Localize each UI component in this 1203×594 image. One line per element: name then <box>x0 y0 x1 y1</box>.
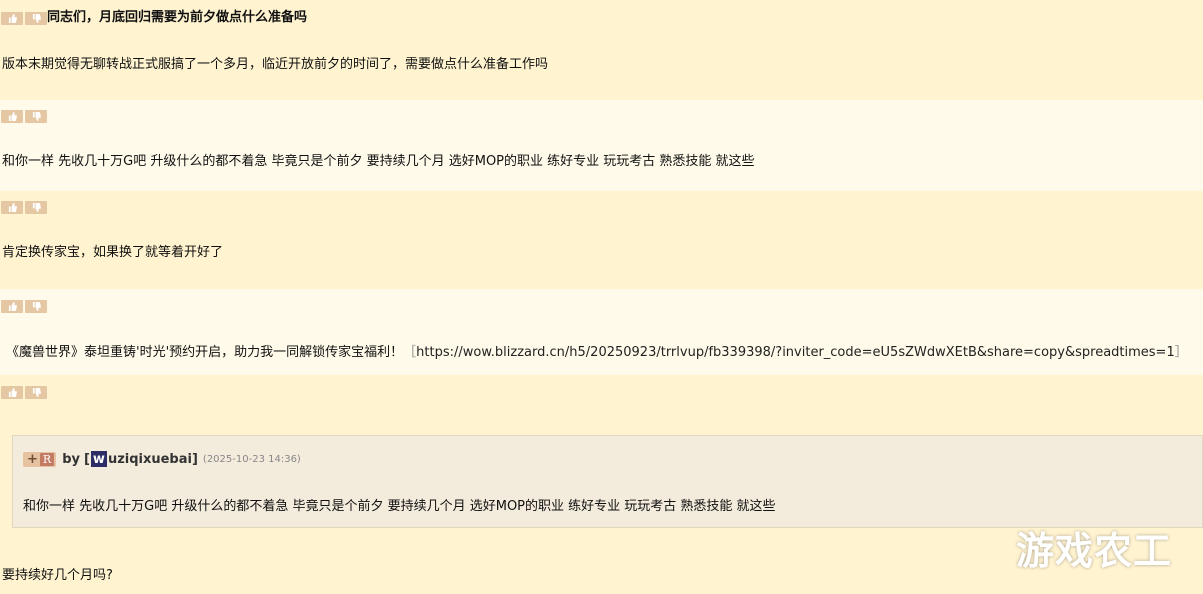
thumbs-down-icon <box>32 203 41 212</box>
downvote-button[interactable] <box>25 110 47 123</box>
upvote-button[interactable] <box>1 201 23 214</box>
by-label: by <box>62 451 80 467</box>
link-close-bracket: ］ <box>1174 345 1188 360</box>
post-3: 肯定换传家宝，如果换了就等着开好了 <box>0 191 1203 289</box>
upvote-button[interactable] <box>1 386 23 399</box>
r-badge: R <box>39 452 55 466</box>
quote-timestamp: (2025-10-23 14:36) <box>202 453 301 465</box>
thumbs-down-icon <box>32 112 41 121</box>
thumbs-up-icon <box>8 14 17 23</box>
downvote-button[interactable] <box>25 386 47 399</box>
avatar[interactable]: w <box>90 451 107 467</box>
plus-icon: + <box>27 451 38 467</box>
downvote-button[interactable] <box>25 12 47 25</box>
watermark: 游戏农工 <box>1016 529 1173 573</box>
upvote-button[interactable] <box>1 110 23 123</box>
thumbs-up-icon <box>8 112 17 121</box>
vote-buttons <box>1 300 47 313</box>
thumbs-down-icon <box>32 388 41 397</box>
user-open-bracket: [ <box>83 451 90 467</box>
quote-header: + R by [ w uziqixuebai ] (2025-10-23 14:… <box>23 450 301 468</box>
reply-body: 要持续好几个月吗? <box>2 568 113 583</box>
thumbs-up-icon <box>8 388 17 397</box>
plus-reply-button[interactable]: + R <box>23 451 57 467</box>
invite-link[interactable]: https://wow.blizzard.cn/h5/20250923/trrl… <box>416 345 1175 360</box>
upvote-button[interactable] <box>1 300 23 313</box>
thumbs-down-icon <box>32 302 41 311</box>
downvote-button[interactable] <box>25 201 47 214</box>
downvote-button[interactable] <box>25 300 47 313</box>
thumbs-down-icon <box>32 14 41 23</box>
quote-body: 和你一样 先收几十万G吧 升级什么的都不着急 毕竟只是个前夕 要持续几个月 选好… <box>23 499 776 514</box>
post-4: 《魔兽世界》泰坦重铸'时光'预约开启，助力我一同解锁传家宝福利！［https:/… <box>0 289 1203 375</box>
vote-buttons <box>1 201 47 214</box>
upvote-button[interactable] <box>1 12 23 25</box>
thumbs-up-icon <box>8 302 17 311</box>
post-body: 版本末期觉得无聊转战正式服搞了一个多月，临近开放前夕的时间了，需要做点什么准备工… <box>2 57 549 72</box>
post-text: 《魔兽世界》泰坦重铸'时光'预约开启，助力我一同解锁传家宝福利！ <box>6 345 404 360</box>
user-close-bracket: ] <box>191 451 198 467</box>
username-link[interactable]: uziqixuebai <box>108 452 192 467</box>
post-body: 《魔兽世界》泰坦重铸'时光'预约开启，助力我一同解锁传家宝福利！［https:/… <box>6 345 1188 361</box>
post-body: 和你一样 先收几十万G吧 升级什么的都不着急 毕竟只是个前夕 要持续几个月 选好… <box>2 154 755 169</box>
link-open-bracket: ［ <box>403 345 417 360</box>
post-2: 和你一样 先收几十万G吧 升级什么的都不着急 毕竟只是个前夕 要持续几个月 选好… <box>0 100 1203 191</box>
vote-buttons <box>1 12 47 25</box>
post-body: 肯定换传家宝，如果换了就等着开好了 <box>2 245 224 260</box>
vote-buttons <box>1 110 47 123</box>
thumbs-up-icon <box>8 203 17 212</box>
quote-block: + R by [ w uziqixuebai ] (2025-10-23 14:… <box>12 435 1203 528</box>
vote-buttons <box>1 386 47 399</box>
post-title: 同志们，月底回归需要为前夕做点什么准备吗 <box>47 10 308 25</box>
post-1: 同志们，月底回归需要为前夕做点什么准备吗 版本末期觉得无聊转战正式服搞了一个多月… <box>0 0 1203 100</box>
